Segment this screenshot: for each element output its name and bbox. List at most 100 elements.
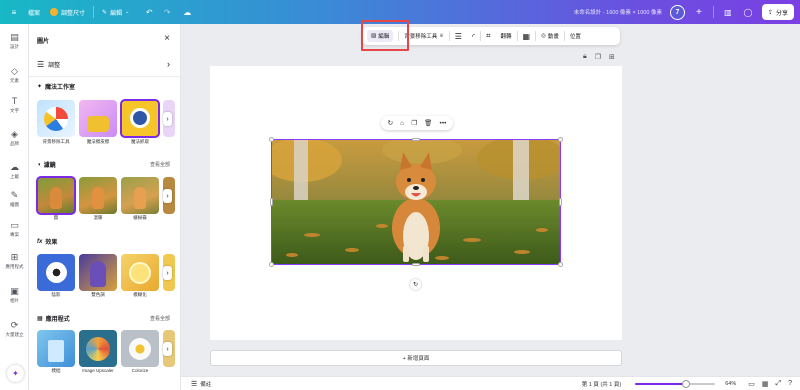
- rotate-icon[interactable]: ↻: [410, 279, 421, 290]
- rail-item-8[interactable]: ▣ 相片: [0, 286, 29, 304]
- resize-handle-right[interactable]: [559, 198, 562, 206]
- apps-grid-icon: ▦: [37, 316, 43, 322]
- refresh-icon[interactable]: ↻: [388, 119, 393, 127]
- more-icon[interactable]: •••: [440, 120, 447, 127]
- duplicate-page-icon[interactable]: ❐: [595, 53, 601, 61]
- filter-label: 繽紛霧: [133, 215, 147, 220]
- zoom-level[interactable]: 64%: [725, 381, 736, 387]
- border-style-button[interactable]: ☰: [450, 27, 467, 45]
- resize-handle-bl[interactable]: [269, 262, 274, 267]
- dog-thumb: [92, 187, 104, 209]
- editing-mode-button[interactable]: ✎ 編輯 ⌄: [102, 8, 129, 17]
- apps-see-all-link[interactable]: 查看全部: [150, 315, 170, 322]
- effect-tile-shadow[interactable]: [37, 254, 75, 291]
- brand-icon: ◈: [11, 129, 18, 139]
- magic-sparkle-icon: ✦: [37, 84, 43, 90]
- effect-tile-duotone[interactable]: [79, 254, 117, 291]
- scroll-right-icon[interactable]: ›: [163, 189, 172, 203]
- selected-image[interactable]: [271, 139, 561, 265]
- filter-tile-warm[interactable]: [79, 177, 117, 214]
- rail-item-3[interactable]: ◈ 品牌: [0, 129, 29, 147]
- resize-handle-tr[interactable]: [558, 137, 563, 142]
- adjust-row[interactable]: ☰ 調整 ›: [37, 59, 170, 69]
- copy-icon[interactable]: ❐: [411, 119, 417, 127]
- filters-title: 濾鏡: [43, 163, 56, 169]
- filter-tile-haze[interactable]: [121, 177, 159, 214]
- resize-handle-br[interactable]: [558, 262, 563, 267]
- magic-tile-label: 魔法擦皮擦: [86, 139, 110, 144]
- scroll-right-icon[interactable]: ›: [163, 342, 172, 356]
- animate-button[interactable]: ◎ 動畫: [536, 27, 564, 45]
- redo-button[interactable]: ↷: [161, 6, 173, 18]
- comment-icon[interactable]: ◯: [742, 6, 754, 18]
- add-page-icon[interactable]: ⊞: [609, 53, 615, 61]
- rail-item-2[interactable]: T 文字: [0, 96, 29, 114]
- rail-label: 元素: [10, 78, 19, 83]
- transparency-button[interactable]: ▦: [518, 27, 536, 45]
- corner-rounding-button[interactable]: ◜: [467, 27, 480, 45]
- effect-label: 模糊化: [133, 292, 147, 297]
- filter-tile-none[interactable]: [36, 176, 76, 215]
- trash-icon[interactable]: 🗑︎: [424, 119, 432, 127]
- add-page-button[interactable]: + 新增頁面: [210, 350, 622, 366]
- document-title[interactable]: 未命名設計 - 1600 像素 × 1000 像素: [574, 8, 662, 16]
- scroll-right-icon[interactable]: ›: [163, 112, 172, 126]
- notes-label[interactable]: 備註: [200, 380, 211, 388]
- avatar[interactable]: 7: [669, 4, 685, 20]
- app-tile-image-upscaler[interactable]: [79, 330, 117, 367]
- share-button[interactable]: ⇪ 分享: [761, 4, 794, 20]
- panel-title: 圖片: [37, 39, 50, 45]
- page-indicator[interactable]: 第 1 頁 (共 1 頁): [582, 380, 621, 388]
- filters-see-all-link[interactable]: 查看全部: [150, 161, 170, 168]
- file-menu[interactable]: 檔案: [28, 8, 40, 17]
- close-icon[interactable]: ×: [164, 33, 170, 44]
- app-tile-colorize[interactable]: [121, 330, 159, 367]
- magic-assistant-button[interactable]: ✦: [7, 365, 24, 382]
- bg-remover-label: 背景移除工具: [404, 34, 438, 40]
- notes-icon[interactable]: ☰: [191, 380, 197, 388]
- rail-item-6[interactable]: ▭ 專案: [0, 220, 29, 238]
- projects-icon: ▭: [10, 220, 19, 230]
- apps-title: 應用程式: [45, 317, 70, 323]
- filter-icon: ◑: [37, 161, 41, 168]
- rail-item-9[interactable]: ⟳ 大量建立: [0, 320, 29, 338]
- rail-item-5[interactable]: ✎ 繪圖: [0, 190, 29, 208]
- share-label: 分享: [775, 10, 788, 17]
- lock-icon[interactable]: 🔒︎: [583, 53, 587, 61]
- fullscreen-icon[interactable]: ⤢: [775, 380, 781, 388]
- resize-handle-left[interactable]: [270, 198, 273, 206]
- page-grid-icon[interactable]: ▭: [748, 380, 755, 388]
- resize-handle-top[interactable]: [412, 138, 420, 141]
- rail-item-1[interactable]: ◇ 元素: [0, 66, 29, 84]
- zoom-knob[interactable]: [682, 379, 691, 388]
- magic-tile-grab[interactable]: [120, 99, 160, 138]
- scroll-right-icon[interactable]: ›: [163, 266, 172, 280]
- rail-item-0[interactable]: ▤ 設計: [0, 32, 29, 50]
- magic-tile-bg-remover[interactable]: [37, 100, 75, 137]
- app-tile-1[interactable]: [37, 330, 75, 367]
- rail-item-7[interactable]: ⊞ 應用程式: [0, 252, 29, 270]
- zoom-slider[interactable]: [635, 379, 716, 388]
- lock-icon[interactable]: ⌂: [400, 120, 404, 127]
- add-collaborator-icon[interactable]: +: [693, 6, 705, 18]
- analytics-icon[interactable]: ▥: [722, 6, 734, 18]
- magic-media-icon: ⟳: [10, 320, 19, 330]
- menu-icon[interactable]: ≡: [8, 6, 20, 18]
- chevron-right-icon: ›: [167, 59, 170, 69]
- resize-handle-bottom[interactable]: [412, 263, 420, 266]
- cloud-save-icon[interactable]: ☁: [181, 6, 193, 18]
- border-style-icon: ☰: [454, 31, 462, 41]
- filter-label: 無: [53, 215, 59, 220]
- rail-item-4[interactable]: ☁ 上載: [0, 162, 29, 180]
- help-icon[interactable]: ?: [788, 380, 792, 387]
- effect-tile-blur[interactable]: [121, 254, 159, 291]
- flip-button[interactable]: 翻轉: [496, 27, 517, 45]
- resize-button[interactable]: 調整尺寸: [50, 8, 85, 17]
- magic-tile-eraser[interactable]: [79, 100, 117, 137]
- grid-view-icon[interactable]: ▦: [762, 380, 769, 388]
- undo-button[interactable]: ↶: [143, 6, 155, 18]
- resize-handle-tl[interactable]: [269, 137, 274, 142]
- position-button[interactable]: 位置: [565, 27, 586, 45]
- highlight-box: [361, 20, 409, 51]
- crop-button[interactable]: ⌗: [481, 27, 496, 45]
